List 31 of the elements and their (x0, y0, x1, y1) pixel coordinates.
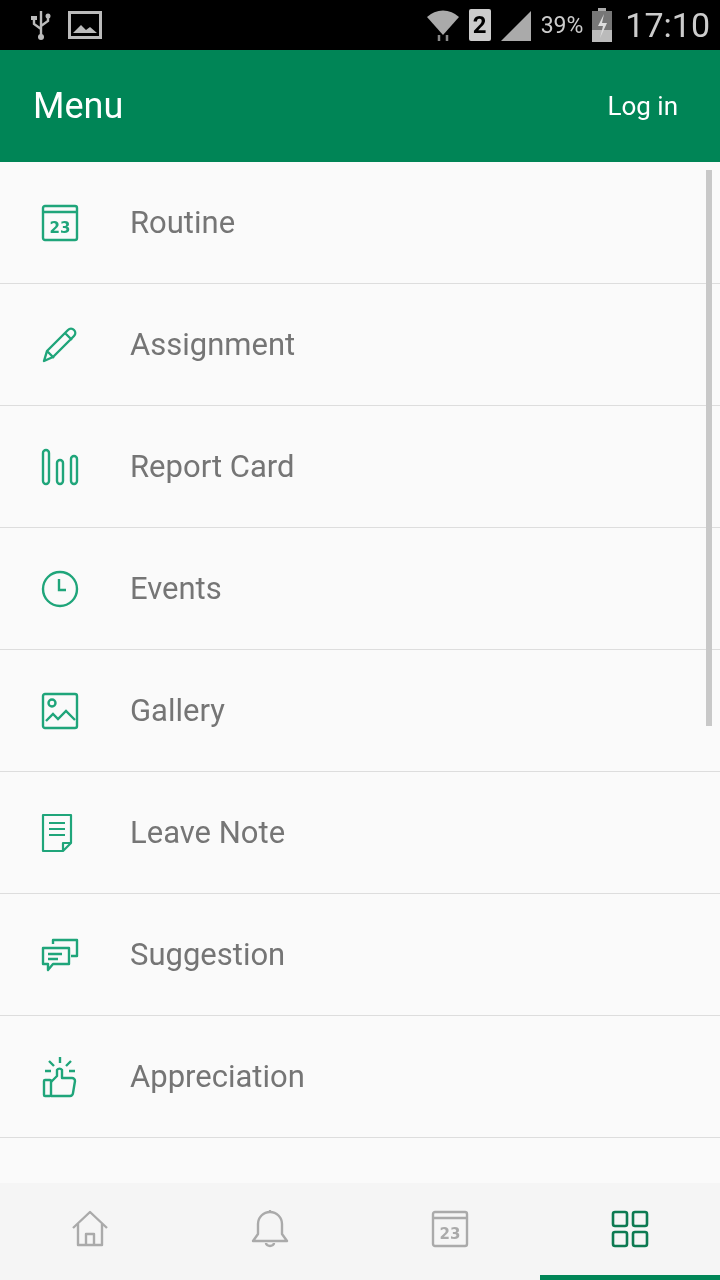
bar-chart-icon (41, 447, 79, 486)
menu-label: Report Card (130, 448, 295, 485)
clock-time: 17:10 (625, 5, 710, 45)
document-icon (41, 812, 73, 853)
battery-icon (591, 8, 614, 42)
battery-percent: 39% (540, 11, 584, 39)
grid-icon (611, 1210, 649, 1248)
menu-label: Routine (130, 204, 236, 241)
calendar-icon: 23 (41, 203, 79, 242)
thumbs-up-icon (41, 1055, 79, 1098)
bell-icon (251, 1209, 289, 1249)
home-icon (71, 1210, 109, 1248)
menu-item[interactable]: Appreciation (0, 1016, 720, 1138)
login-button[interactable]: Log in (595, 85, 690, 127)
chat-icon (41, 937, 79, 972)
menu-label: Suggestion (130, 936, 286, 973)
image-icon (41, 691, 79, 730)
menu-label: Leave Note (130, 814, 286, 851)
sim-badge: 2 (468, 9, 491, 41)
image-icon (68, 11, 102, 39)
menu-item[interactable]: Suggestion (0, 894, 720, 1016)
menu-label: Appreciation (130, 1058, 305, 1095)
clock-icon (41, 569, 79, 608)
calendar-icon: 23 (431, 1210, 469, 1248)
menu-label: Events (130, 570, 222, 607)
pencil-icon (41, 325, 79, 364)
usb-icon (30, 9, 52, 41)
menu-label: Gallery (130, 692, 225, 729)
menu-label: Assignment (130, 326, 296, 363)
page-title: Menu (33, 85, 124, 127)
menu-item[interactable]: Leave Note (0, 772, 720, 894)
